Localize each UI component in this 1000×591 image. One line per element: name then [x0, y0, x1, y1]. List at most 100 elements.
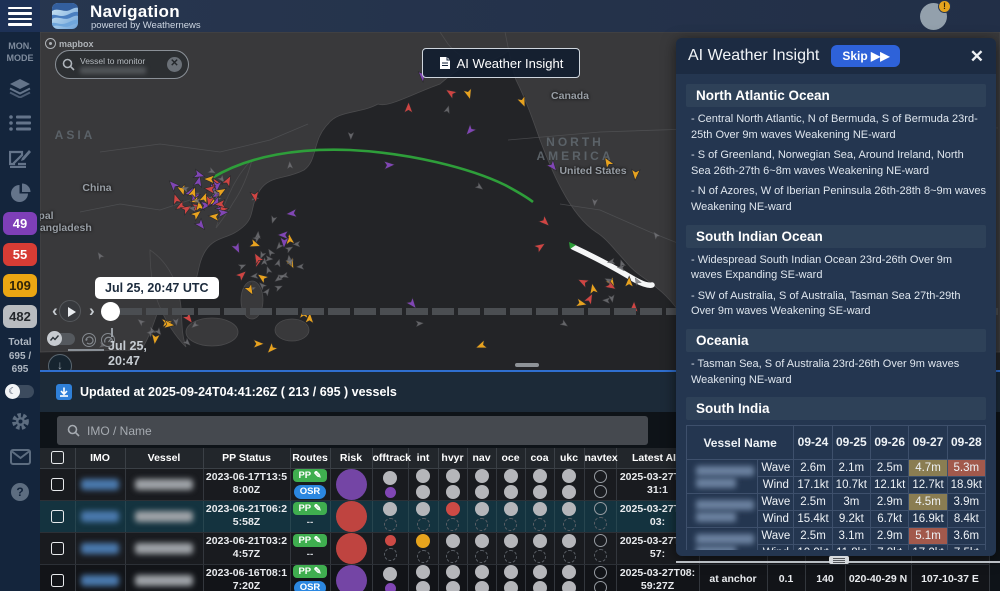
column-header[interactable]: Vessel	[125, 448, 203, 468]
hamburger-menu-icon[interactable]	[0, 0, 40, 32]
select-all-checkbox[interactable]	[51, 451, 64, 464]
indicator-cell[interactable]	[372, 532, 408, 564]
column-header[interactable]: offtrack	[372, 448, 408, 468]
column-header[interactable]: Routes	[290, 448, 330, 468]
weather-insight-item: - Central North Atlantic, N of Bermuda, …	[686, 112, 986, 143]
vessel-name-blurred	[135, 479, 193, 490]
help-icon[interactable]: ?	[8, 481, 32, 503]
risk-cell[interactable]	[330, 468, 372, 500]
timeline-play-button[interactable]	[59, 300, 81, 322]
indicator-cell[interactable]	[438, 500, 467, 532]
risk-cell[interactable]	[330, 532, 372, 564]
sidebar-count-badge[interactable]: 49	[3, 212, 37, 235]
layers-icon[interactable]	[8, 77, 32, 99]
panel-resize-grip[interactable]	[676, 556, 1000, 563]
column-header[interactable]: coa	[525, 448, 554, 468]
indicator-cell[interactable]	[584, 564, 616, 591]
column-header[interactable]: PP Status	[203, 448, 290, 468]
indicator-cell[interactable]	[584, 468, 616, 500]
sidebar-count-badge[interactable]: 55	[3, 243, 37, 266]
pp-badge[interactable]: PP ✎	[293, 469, 326, 482]
dark-mode-toggle[interactable]: ☾	[6, 385, 34, 398]
column-header[interactable]: int	[408, 448, 438, 468]
indicator-cell[interactable]	[554, 468, 584, 500]
pp-badge[interactable]: PP ✎	[293, 565, 326, 578]
indicator-cell[interactable]	[372, 564, 408, 591]
risk-cell[interactable]	[330, 564, 372, 591]
indicator-cell[interactable]	[525, 500, 554, 532]
vessel-monitor-search[interactable]: Vessel to monitor ✕	[55, 50, 189, 79]
indicator-cell[interactable]	[467, 468, 496, 500]
indicator-cell[interactable]	[467, 532, 496, 564]
download-icon[interactable]	[56, 384, 72, 400]
indicator-cell[interactable]	[372, 500, 408, 532]
indicator-cell[interactable]	[584, 500, 616, 532]
indicator-cell[interactable]	[438, 564, 467, 591]
column-header[interactable]: IMO	[75, 448, 125, 468]
vessel-marker	[231, 242, 243, 255]
edit-route-icon[interactable]	[8, 147, 32, 169]
indicator-cell[interactable]	[467, 500, 496, 532]
indicator-cell[interactable]	[496, 500, 525, 532]
indicator-cell[interactable]	[408, 500, 438, 532]
column-header[interactable]: hvyr	[438, 448, 467, 468]
indicator-cell[interactable]	[525, 468, 554, 500]
row-checkbox[interactable]	[51, 542, 64, 555]
osr-badge[interactable]: OSR	[294, 485, 327, 499]
clear-search-icon[interactable]: ✕	[167, 57, 182, 72]
updated-text: Updated at 2025-09-24T04:41:26Z ( 213 / …	[80, 385, 397, 399]
pp-badge[interactable]: PP ✎	[293, 534, 326, 547]
indicator-cell[interactable]	[408, 564, 438, 591]
mail-icon[interactable]	[8, 446, 32, 468]
indicator-cell[interactable]	[408, 468, 438, 500]
timeline-current-label: Jul 25, 20:47	[108, 339, 147, 369]
gear-icon[interactable]	[8, 411, 32, 433]
sidebar-count-badge[interactable]: 482	[3, 305, 37, 328]
route-secondary: --	[293, 517, 328, 530]
indicator-cell[interactable]	[525, 532, 554, 564]
indicator-cell[interactable]	[372, 468, 408, 500]
column-header[interactable]: oce	[496, 448, 525, 468]
moon-icon: ☾	[5, 384, 20, 399]
indicator-cell[interactable]	[554, 564, 584, 591]
indicator-cell[interactable]	[496, 564, 525, 591]
indicator-cell[interactable]	[496, 468, 525, 500]
wave-value: 5.3m	[947, 460, 985, 477]
risk-cell[interactable]	[330, 500, 372, 532]
ai-weather-insight-button[interactable]: AI Weather Insight	[422, 48, 580, 78]
skip-button[interactable]: Skip ▶▶	[831, 45, 900, 67]
column-header[interactable]: ukc	[554, 448, 584, 468]
indicator-cell[interactable]	[408, 532, 438, 564]
row-checkbox[interactable]	[51, 574, 64, 587]
sidebar-count-badge[interactable]: 109	[3, 274, 37, 297]
osr-badge[interactable]: OSR	[294, 581, 327, 591]
timeline-step-back-icon[interactable]: ‹	[52, 300, 58, 322]
pie-chart-icon[interactable]	[8, 182, 32, 204]
column-header[interactable]: Risk	[330, 448, 372, 468]
table-row[interactable]: 2023-06-16T08:17:20ZPP ✎OSR2025-03-27T08…	[40, 564, 989, 591]
row-checkbox[interactable]	[51, 478, 64, 491]
wind-value: 17.1kt	[794, 477, 832, 494]
row-checkbox[interactable]	[51, 510, 64, 523]
timeline-step-forward-icon[interactable]: ›	[89, 300, 95, 322]
timeline-slider-handle[interactable]	[101, 302, 120, 321]
indicator-cell[interactable]	[584, 532, 616, 564]
grip-handle-icon[interactable]	[829, 556, 849, 564]
indicator-cell[interactable]	[554, 500, 584, 532]
column-header[interactable]: nav	[467, 448, 496, 468]
indicator-cell[interactable]	[554, 532, 584, 564]
section-title: South India	[686, 397, 986, 420]
imo-name-search[interactable]: IMO / Name	[57, 416, 648, 445]
pp-badge[interactable]: PP ✎	[293, 502, 326, 515]
column-header[interactable]: navtex	[584, 448, 616, 468]
list-icon[interactable]	[8, 112, 32, 134]
indicator-cell[interactable]	[438, 532, 467, 564]
history-icon[interactable]	[82, 333, 96, 347]
map-horizontal-scrollbar[interactable]	[515, 363, 539, 367]
timeline-chart-toggle[interactable]	[48, 333, 75, 345]
close-icon[interactable]: ✕	[970, 48, 984, 65]
indicator-cell[interactable]	[438, 468, 467, 500]
indicator-cell[interactable]	[496, 532, 525, 564]
indicator-cell[interactable]	[467, 564, 496, 591]
indicator-cell[interactable]	[525, 564, 554, 591]
